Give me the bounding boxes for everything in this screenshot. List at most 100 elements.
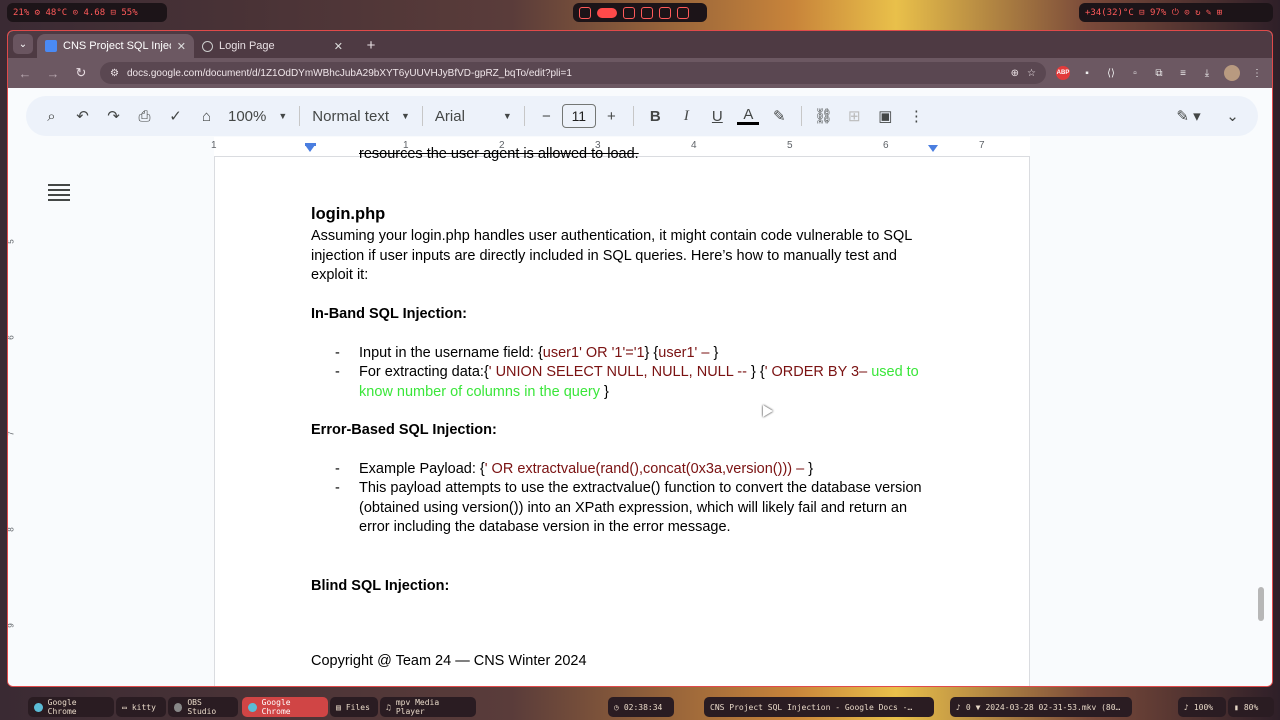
list-bullet: - [335,461,340,477]
style-select[interactable]: Normal text ▼ [306,108,416,125]
workspace-indicator[interactable] [573,3,707,22]
font-size-input[interactable]: 11 [561,104,596,128]
taskbar-item-chrome-active[interactable]: Google Chrome [242,697,328,717]
workspace-icon[interactable] [677,6,689,19]
redo-icon[interactable]: ↷ [98,102,129,130]
extension-icon[interactable]: ▪ [1080,66,1094,80]
reload-icon[interactable]: ↻ [72,65,90,81]
bookmark-star-icon[interactable]: ☆ [1027,68,1036,79]
url-text[interactable]: docs.google.com/document/d/1Z1OdDYmWBhcJ… [127,68,1003,79]
docs-toolbar: ⌕ ↶ ↷ ⎙ ✓ ⌂ 100% ▼ Normal text ▼ Arial ▼ − … [26,96,1258,136]
tab-login-page[interactable]: Login Page ✕ [194,34,351,58]
taskbar-item-files[interactable]: ▤ Files [330,697,378,717]
taskbar-clock[interactable]: ◷ 02:38:34 [608,697,674,717]
extension-icon[interactable]: ▫ [1128,66,1142,80]
right-indent-handle[interactable] [928,145,938,152]
forward-icon[interactable]: → [44,66,62,81]
font-select[interactable]: Arial ▼ [429,108,518,125]
add-comment-icon[interactable]: ⊞ [839,102,870,130]
terminal-icon: ▭ [122,702,127,712]
sql-payload: user1' OR '1'='1 [542,345,645,361]
extension-brackets-icon[interactable]: ⟨⟩ [1104,66,1118,80]
insert-image-icon[interactable]: ▣ [870,102,901,130]
editing-mode-icon[interactable]: ✎ ▾ [1173,102,1204,130]
heading-login-php: login.php [311,205,386,223]
document-outline-icon[interactable] [48,181,70,201]
adblock-icon[interactable]: ABP [1056,66,1070,80]
profile-avatar[interactable] [1224,65,1240,81]
divider [1210,106,1211,126]
workspace-icon[interactable] [579,6,591,19]
text-color-button[interactable]: A [733,102,764,130]
taskbar-item-obs[interactable]: OBS Studio [168,697,238,717]
paint-format-icon[interactable]: ⌂ [191,102,222,130]
wifi-icon: ▼ [975,702,981,712]
back-icon[interactable]: ← [16,66,34,81]
reading-list-icon[interactable]: ≡ [1176,66,1190,80]
taskbar-item-kitty[interactable]: ▭ kitty [116,697,166,717]
close-tab-icon[interactable]: ✕ [334,40,343,53]
taskbar-item-mpv[interactable]: ♫ mpv Media Player [380,697,476,717]
active-workspace-icon[interactable] [597,7,617,18]
mouse-cursor-icon [763,405,773,417]
volume-indicator[interactable]: ♪ 100% [1178,697,1226,717]
increase-font-size-icon[interactable]: + [596,102,627,130]
undo-icon[interactable]: ↶ [67,102,98,130]
omnibox[interactable]: ⚙ docs.google.com/document/d/1Z1OdDYmWBh… [100,62,1046,84]
more-options-icon[interactable]: ⋮ [901,102,932,130]
workspace-icon[interactable] [641,6,653,19]
extensions-puzzle-icon[interactable]: ⧉ [1152,66,1166,80]
italic-button[interactable]: I [671,102,702,130]
underline-button[interactable]: U [702,102,733,130]
chrome-icon [248,702,257,712]
zoom-select[interactable]: 100% ▼ [222,108,293,125]
sql-payload: ' ORDER BY 3– [764,364,872,380]
section-error-based: Error-Based SQL Injection: [311,422,497,438]
print-icon[interactable]: ⎙ [129,102,160,130]
menu-kebab-icon[interactable]: ⋮ [1250,66,1264,80]
sql-payload: user1' – [658,345,714,361]
list-bullet: - [335,364,340,380]
system-topbar: 21% ⚙ 48°C ⊙ 4.68 ⊟ 55% +34(32)°C ⊟ 97% … [0,0,1280,26]
chrome-window: ⌄ CNS Project SQL Injectio ✕ Login Page … [7,30,1273,687]
insert-link-icon[interactable]: ⛓ [808,102,839,130]
chrome-icon [34,702,43,712]
ruler-number: 4 [691,140,697,151]
globe-icon [202,40,213,52]
footer-text: Copyright @ Team 24 — CNS Winter 2024 [311,653,587,669]
folder-icon: ▤ [336,702,341,712]
hide-menus-icon[interactable]: ⌄ [1217,102,1248,130]
workspace-icon[interactable] [659,6,671,19]
bold-button[interactable]: B [640,102,671,130]
document-page[interactable]: resources the user agent is allowed to l… [214,146,1030,686]
new-tab-button[interactable]: + [361,37,381,54]
ruler-number: 5 [787,140,793,151]
taskbar-item-chrome[interactable]: Google Chrome [28,697,114,717]
system-stats: 21% ⚙ 48°C ⊙ 4.68 ⊟ 55% [7,3,167,22]
sql-payload: ' OR extractvalue(rand(),concat(0x3a,ver… [484,461,809,477]
ruler-number: 9 [7,623,16,628]
close-tab-icon[interactable]: ✕ [177,40,186,53]
divider [299,106,301,126]
search-menus-icon[interactable]: ⌕ [36,102,67,130]
ruler-number: 6 [7,335,16,340]
highlight-icon[interactable]: ✎ [764,102,795,130]
taskbar: Google Chrome ▭ kitty OBS Studio Google C… [0,695,1280,720]
decrease-font-size-icon[interactable]: − [531,102,562,130]
section-in-band: In-Band SQL Injection: [311,306,468,322]
divider [523,106,525,126]
scrollbar-thumb[interactable] [1258,587,1264,621]
ruler-number: 6 [883,140,889,151]
zoom-icon[interactable]: ⊕ [1011,68,1019,79]
left-indent-handle[interactable] [305,145,315,152]
tab-strip: ⌄ CNS Project SQL Injectio ✕ Login Page … [8,31,1272,58]
vertical-ruler: 5 6 7 8 9 [8,157,20,686]
download-icon[interactable]: ⤓ [1200,66,1214,80]
tab-cns-project[interactable]: CNS Project SQL Injectio ✕ [37,34,194,58]
document-canvas: 5 6 7 8 9 resources the user agent is al… [8,146,1272,686]
workspace-icon[interactable] [623,6,635,19]
color-bar [737,121,760,125]
spellcheck-icon[interactable]: ✓ [160,102,191,130]
tab-search-icon[interactable]: ⌄ [13,34,33,54]
site-info-icon[interactable]: ⚙ [110,68,119,79]
